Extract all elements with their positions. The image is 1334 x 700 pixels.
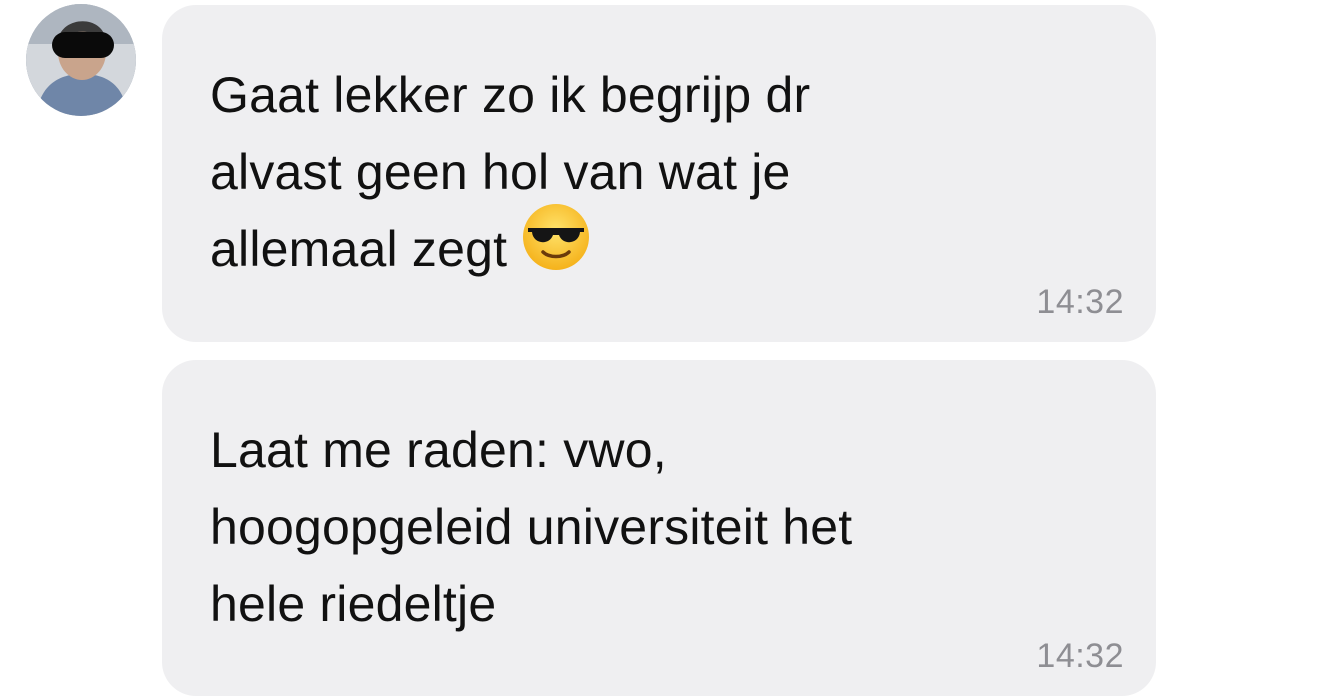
message-bubble-incoming[interactable]: Laat me raden: vwo, hoogopgeleid universi… — [162, 360, 1156, 696]
message-line: alvast geen hol van wat je — [210, 144, 791, 200]
message-text: Laat me raden: vwo, hoogopgeleid universi… — [210, 412, 1070, 643]
message-line: Gaat lekker zo ik begrijp dr — [210, 67, 811, 123]
message-bubble-incoming[interactable]: Gaat lekker zo ik begrijp dr alvast geen … — [162, 5, 1156, 342]
sunglasses-emoji-icon — [521, 202, 591, 294]
message-timestamp: 14:32 — [1036, 637, 1124, 675]
contact-avatar-photo-icon — [26, 4, 136, 116]
message-line: Laat me raden: vwo, — [210, 422, 667, 478]
message-text: Gaat lekker zo ik begrijp dr alvast geen … — [210, 57, 1070, 294]
message-line: allemaal zegt — [210, 221, 508, 277]
message-line: hele riedeltje — [210, 576, 497, 632]
privacy-bar — [52, 32, 114, 58]
contact-avatar[interactable] — [26, 4, 136, 116]
message-timestamp: 14:32 — [1036, 283, 1124, 321]
message-line: hoogopgeleid universiteit het — [210, 499, 853, 555]
